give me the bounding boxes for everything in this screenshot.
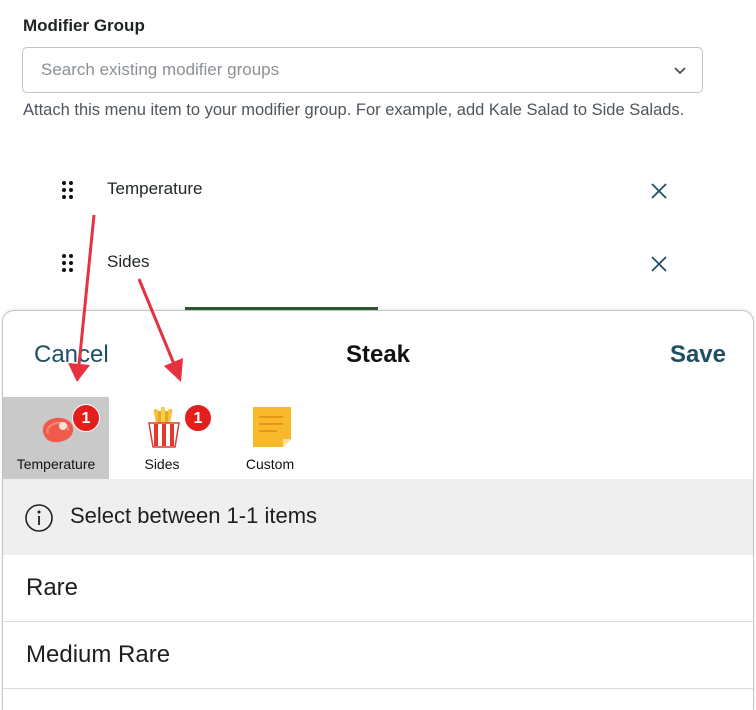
- selection-info-bar: Select between 1-1 items: [3, 479, 753, 555]
- modifier-group-row: Sides: [0, 243, 756, 283]
- search-placeholder: Search existing modifier groups: [41, 60, 280, 79]
- item-modifier-sheet: Steak Cancel Save 1 Temperature 1 Sides: [2, 310, 754, 710]
- modifier-group-name: Sides: [107, 252, 150, 271]
- tab-label: Temperature: [16, 456, 96, 472]
- tab-label: Custom: [245, 456, 295, 472]
- tab-sides[interactable]: 1 Sides: [109, 397, 215, 481]
- tab-label: Sides: [144, 456, 180, 472]
- selection-info-text: Select between 1-1 items: [70, 503, 318, 528]
- sticky-note-icon: [253, 407, 291, 447]
- modifier-group-help-text: Attach this menu item to your modifier g…: [23, 101, 685, 119]
- option-label: Medium Rare: [26, 641, 171, 668]
- tab-badge: 1: [72, 404, 100, 432]
- option-rare[interactable]: Rare: [3, 555, 753, 622]
- option-label: Rare: [26, 574, 79, 601]
- modifier-group-row: Temperature: [0, 170, 756, 210]
- remove-modifier-group-close-icon[interactable]: [647, 179, 671, 203]
- info-icon: [25, 504, 53, 532]
- tab-temperature[interactable]: 1 Temperature: [3, 397, 109, 481]
- modifier-group-title: Modifier Group: [23, 16, 145, 35]
- fries-icon: [148, 407, 180, 448]
- sheet-title: Steak: [345, 341, 411, 368]
- save-button[interactable]: Save: [670, 341, 726, 369]
- modifier-group-name: Temperature: [107, 179, 203, 198]
- option-medium-rare[interactable]: Medium Rare: [3, 622, 753, 689]
- tab-custom[interactable]: Custom: [217, 397, 323, 481]
- remove-modifier-group-close-icon[interactable]: [647, 252, 671, 276]
- drag-handle-icon[interactable]: [60, 253, 76, 273]
- drag-handle-icon[interactable]: [60, 180, 76, 200]
- modifier-group-panel: Modifier Group Search existing modifier …: [0, 0, 756, 310]
- modifier-group-search-select[interactable]: Search existing modifier groups: [22, 47, 703, 93]
- tab-badge: 1: [184, 404, 212, 432]
- chevron-down-icon: [674, 67, 686, 75]
- cancel-button[interactable]: Cancel: [34, 341, 109, 369]
